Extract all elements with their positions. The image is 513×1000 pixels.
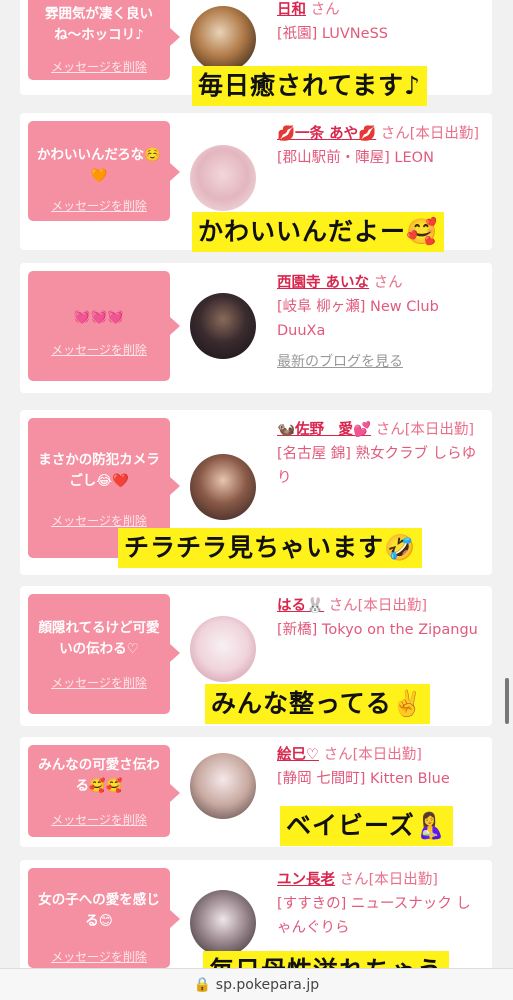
message-text: 💓💓💓 (73, 309, 125, 325)
shop-link[interactable]: [静岡 七間町] Kitten Blue (277, 771, 450, 787)
message-text: まさかの防犯カメラごし😂❤️ (38, 452, 160, 489)
honorific: さん (373, 275, 403, 291)
shop-link[interactable]: [祇園] LUVNeSS (277, 26, 388, 42)
avatar[interactable] (190, 145, 256, 211)
message-text: 雰囲気が凄く良いね〜ホッコリ♪ (45, 6, 153, 43)
message-text: かわいいんだろな☺️🧡 (37, 147, 161, 184)
delete-message-link[interactable]: メッセージを削除 (28, 948, 170, 965)
cast-name-link[interactable]: はる🐰 (277, 598, 324, 614)
message-bubble: 💓💓💓 メッセージを削除 (28, 271, 180, 381)
caption-3: チラチラ見ちゃいます🤣 (118, 528, 423, 568)
honorific: さん[本日出勤] (328, 598, 427, 614)
cast-info: 西園寺 あいな さん [岐阜 柳ヶ瀬] New Club DuuXa 最新のブロ… (277, 271, 484, 381)
cast-info: 💋一条 あや💋 さん[本日出勤] [郡山駅前・陣屋] LEON (277, 122, 484, 170)
delete-message-link[interactable]: メッセージを削除 (28, 811, 170, 828)
url-text: 🔒 sp.pokepara.jp (193, 977, 320, 993)
honorific: さん[本日出勤] (375, 422, 475, 438)
caption-1: 毎日癒されてます♪ (192, 66, 427, 106)
shop-link[interactable]: [郡山駅前・陣屋] LEON (277, 150, 434, 166)
browser-url-bar[interactable]: 🔒 sp.pokepara.jp (0, 968, 513, 1000)
message-bubble: 顔隠れてるけど可愛いの伝わる♡ メッセージを削除 (28, 594, 180, 714)
caption-2: かわいいんだよー🥰 (192, 212, 445, 252)
latest-blog-link[interactable]: 最新のブログを見る (277, 354, 403, 370)
avatar[interactable] (190, 454, 256, 520)
avatar[interactable] (190, 293, 256, 359)
avatar[interactable] (190, 616, 256, 682)
message-text: 女の子への愛を感じる😊 (38, 892, 160, 929)
cast-name-link[interactable]: 西園寺 あいな (277, 275, 369, 291)
honorific: さん[本日出勤] (339, 872, 438, 888)
cast-name-link[interactable]: 🦦佐野 愛💕 (277, 422, 371, 438)
message-bubble: みんなの可愛さ伝わる🥰🥰 メッセージを削除 (28, 745, 180, 837)
message-text: みんなの可愛さ伝わる🥰🥰 (38, 757, 160, 794)
cast-name-link[interactable]: ユン長老 (277, 872, 335, 888)
delete-message-link[interactable]: メッセージを削除 (28, 197, 170, 214)
delete-message-link[interactable]: メッセージを削除 (28, 341, 170, 358)
cast-name-link[interactable]: 💋一条 あや💋 (277, 126, 376, 142)
cast-info: 絵巳♡ さん[本日出勤] [静岡 七間町] Kitten Blue (277, 743, 484, 791)
cast-info: 🦦佐野 愛💕 さん[本日出勤] [名古屋 錦] 熟女クラブ しらゆり (277, 418, 484, 490)
honorific: さん (310, 2, 340, 18)
delete-message-link[interactable]: メッセージを削除 (28, 512, 170, 529)
cast-name-link[interactable]: 日和 (277, 2, 306, 18)
avatar[interactable] (190, 890, 256, 956)
cast-info: はる🐰 さん[本日出勤] [新橋] Tokyo on the Zipangu (277, 594, 484, 642)
scrollbar[interactable] (505, 678, 509, 724)
caption-4: みんな整ってる✌️ (205, 684, 430, 724)
message-bubble: 女の子への愛を感じる😊 メッセージを削除 (28, 868, 180, 968)
shop-link[interactable]: [岐阜 柳ヶ瀬] New Club DuuXa (277, 299, 439, 339)
delete-message-link[interactable]: メッセージを削除 (28, 58, 170, 75)
avatar[interactable] (190, 6, 256, 72)
honorific: さん[本日出勤] (380, 126, 480, 142)
card-3: 💓💓💓 メッセージを削除 西園寺 あいな さん [岐阜 柳ヶ瀬] New Clu… (20, 263, 492, 393)
cast-name-link[interactable]: 絵巳♡ (277, 747, 319, 763)
message-bubble: かわいいんだろな☺️🧡 メッセージを削除 (28, 121, 180, 221)
caption-5: ベイビーズ🤱 (280, 806, 453, 846)
shop-link[interactable]: [名古屋 錦] 熟女クラブ しらゆり (277, 446, 476, 486)
shop-link[interactable]: [すすきの] ニュースナック しゃんぐりら (277, 896, 471, 936)
honorific: さん[本日出勤] (323, 747, 422, 763)
delete-message-link[interactable]: メッセージを削除 (28, 674, 170, 691)
cast-info: ユン長老 さん[本日出勤] [すすきの] ニュースナック しゃんぐりら (277, 868, 484, 940)
message-bubble: 雰囲気が凄く良いね〜ホッコリ♪ メッセージを削除 (28, 0, 180, 80)
cast-info: 日和 さん [祇園] LUVNeSS (277, 0, 484, 46)
shop-link[interactable]: [新橋] Tokyo on the Zipangu (277, 622, 478, 638)
avatar[interactable] (190, 753, 256, 819)
message-text: 顔隠れてるけど可愛いの伝わる♡ (38, 620, 160, 657)
